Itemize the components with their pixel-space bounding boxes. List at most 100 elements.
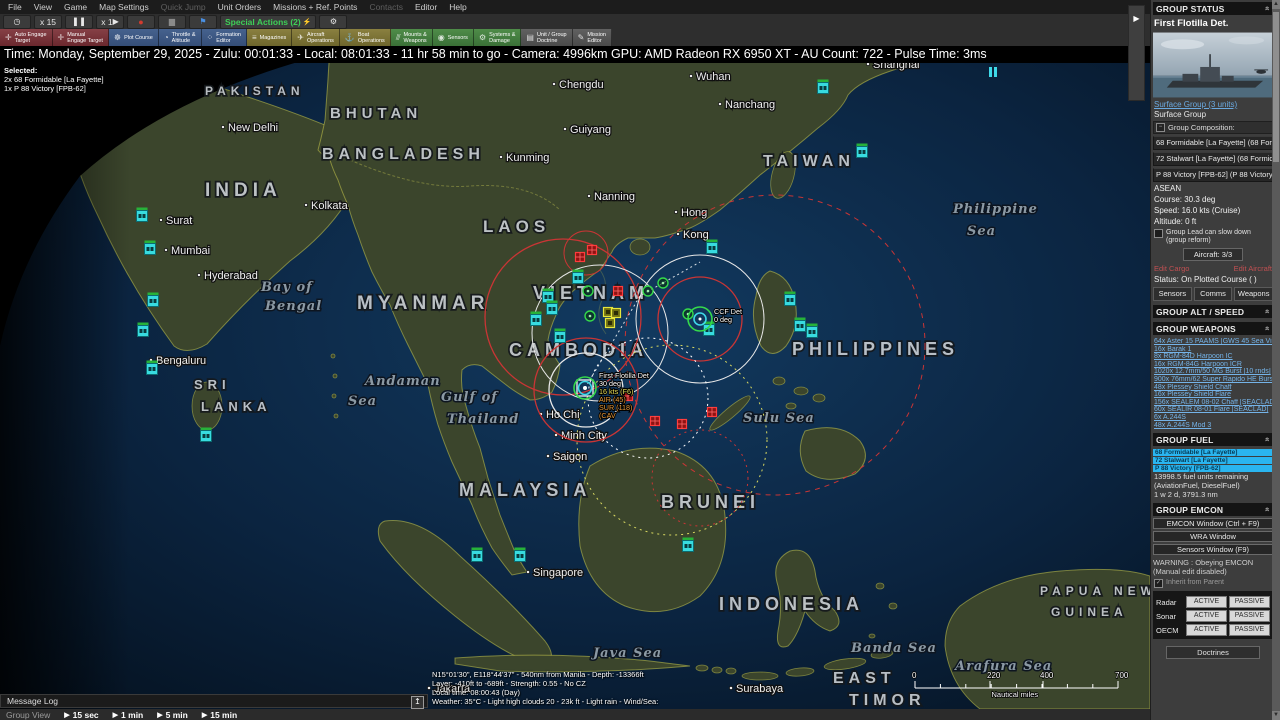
friendly-surface-unit-icon[interactable] [547,301,558,315]
sonar-active-button[interactable]: ACTIVE [1186,610,1227,622]
oecm-passive-button[interactable]: PASSIVE [1229,624,1270,636]
comms-tab[interactable]: Comms [1194,287,1233,301]
hostile-contact-icon[interactable] [708,408,717,417]
flag-button[interactable]: ⚑ [189,15,217,29]
timestep-15sec-button[interactable]: ▶15 sec [64,710,98,720]
oecm-active-button[interactable]: ACTIVE [1186,624,1227,636]
message-log-bar[interactable]: Message Log ↥ [0,694,428,708]
weapon-link[interactable]: 16x Barak 1 [1154,346,1272,354]
manual-engage-target-button[interactable]: ✛Manual Engage Target [53,29,109,46]
friendly-surface-unit-icon[interactable] [137,208,148,222]
mission-editor-button[interactable]: ✎Mission Editor [573,29,612,46]
pin-icon[interactable]: « [1263,326,1272,331]
friendly-surface-unit-icon[interactable] [543,289,554,303]
scrollbar-thumb[interactable] [1273,12,1279,162]
menu-file[interactable]: File [8,2,22,12]
collapse-toggle-icon[interactable]: − [1156,123,1165,132]
friendly-surface-unit-icon[interactable] [707,240,718,254]
settings-button[interactable]: ⚙ [319,15,347,29]
friendly-surface-unit-icon[interactable] [147,361,158,375]
friendly-surface-unit-icon[interactable] [145,241,156,255]
doctrines-button[interactable]: Doctrines [1166,646,1260,659]
edit-aircraft-link[interactable]: Edit Aircraft [1234,264,1272,273]
pin-icon[interactable]: « [1263,437,1272,442]
timestep-1min-button[interactable]: ▶1 min [113,710,144,720]
friendly-surface-unit-icon[interactable] [555,329,566,343]
timestep-5min-button[interactable]: ▶5 min [157,710,188,720]
group-status-header[interactable]: GROUP STATUS« [1153,2,1273,15]
hostile-contact-icon[interactable] [588,246,597,255]
pin-icon[interactable]: « [1263,507,1272,512]
aircraft-operations-button[interactable]: ✈Aircraft Operations [292,29,340,46]
record-button[interactable]: ● [127,15,155,29]
tactical-map[interactable]: Bay ofBengalAndamanSeaGulf ofThailandSul… [0,46,1150,709]
mounts-weapons-button[interactable]: ⫻Mounts & Weapons [391,29,433,46]
weapon-link[interactable]: 156x SEALEM 08-02 Chaff [SEACLAD] [1154,399,1272,407]
weapon-link[interactable]: 16x RGM-84G Harpoon ICR [1154,361,1272,369]
neutral-contact-icon[interactable] [583,286,593,296]
time-compression-label[interactable]: x 15 [34,15,62,29]
friendly-surface-unit-icon[interactable] [818,80,829,94]
radar-passive-button[interactable]: PASSIVE [1229,596,1270,608]
group-alt-speed-header[interactable]: GROUP ALT / SPEED« [1153,305,1273,318]
friendly-surface-unit-icon[interactable] [683,538,694,552]
hostile-contact-icon[interactable] [614,287,623,296]
pin-icon[interactable]: « [1263,6,1272,11]
neutral-contact-icon[interactable] [658,278,668,288]
friendly-surface-unit-icon[interactable] [573,270,584,284]
weapon-link[interactable]: 8x RGM-84D Harpoon IC [1154,353,1272,361]
wra-window-button[interactable]: WRA Window [1153,531,1273,542]
auto-engage-target-button[interactable]: ✛Auto Engage Target [0,29,53,46]
friendly-surface-unit-icon[interactable] [515,548,526,562]
sidebar-scrollbar[interactable]: ▲ ▼ [1272,0,1280,720]
surface-group-link[interactable]: Surface Group (3 units) [1154,100,1272,109]
hostile-contact-icon[interactable] [678,420,687,429]
weapon-link[interactable]: 60x SEALIR 08-01 Flare [SEACLAD] [1154,406,1272,414]
friendly-surface-unit-icon[interactable] [857,144,868,158]
group-emcon-header[interactable]: GROUP EMCON« [1153,503,1273,516]
sensors-button[interactable]: ◉Sensors [433,29,474,46]
composition-row[interactable]: 72 Stalwart [La Fayette] (68 Formidable … [1153,152,1273,166]
composition-row[interactable]: 68 Formidable [La Fayette] (68 Formidabl… [1153,136,1273,150]
fuel-bar[interactable]: 72 Stalwart [La Fayette] [1153,457,1273,464]
sensors-tab[interactable]: Sensors [1153,287,1192,301]
menu-game[interactable]: Game [64,2,87,12]
friendly-surface-unit-icon[interactable] [704,322,715,336]
compressed-time-button[interactable]: ◷ [3,15,31,29]
weapon-link[interactable]: 64x Aster 15 PAAMS [GWS 45 Sea Viper] [1154,338,1272,346]
unknown-contact-icon[interactable] [612,309,621,318]
radar-active-button[interactable]: ACTIVE [1186,596,1227,608]
emcon-window-button[interactable]: EMCON Window (Ctrl + F9) [1153,518,1273,529]
weapon-link[interactable]: 16x Plessey Shield Flare [1154,391,1272,399]
boat-operations-button[interactable]: ⚓Boat Operations [340,29,391,46]
weapon-link[interactable]: 900x 76mm/62 Super Rapido HE Burst [2 rn [1154,376,1272,384]
group-fuel-header[interactable]: GROUP FUEL« [1153,433,1273,446]
edit-cargo-link[interactable]: Edit Cargo [1154,264,1189,273]
scroll-down-icon[interactable]: ▼ [1272,711,1280,720]
weapons-tab[interactable]: Weapons [1234,287,1273,301]
group-lead-checkbox[interactable] [1154,229,1163,238]
friendly-surface-unit-icon[interactable] [531,312,542,326]
menu-editor[interactable]: Editor [415,2,437,12]
friendly-surface-unit-icon[interactable] [807,324,818,338]
neutral-contact-icon[interactable] [643,286,653,296]
special-actions-button[interactable]: Special Actions (2) ⚡ [220,15,316,29]
step-play-button[interactable]: x 1▶ [96,15,124,29]
menu-view[interactable]: View [34,2,52,12]
plot-course-button[interactable]: ☸Plot Course [109,29,159,46]
fuel-bar[interactable]: P 88 Victory [FPB-62] [1153,465,1273,472]
friendly-surface-unit-icon[interactable] [201,428,212,442]
sensors-window-button[interactable]: Sensors Window (F9) [1153,544,1273,555]
menu-map-settings[interactable]: Map Settings [99,2,149,12]
magazines-button[interactable]: ≡Magazines [247,29,292,46]
unit-group-doctrine-button[interactable]: ▤Unit / Group Doctrine [521,29,572,46]
hostile-contact-icon[interactable] [651,417,660,426]
inherit-from-parent-checkbox[interactable]: ✓ [1154,579,1163,588]
friendly-surface-unit-icon[interactable] [795,318,806,332]
weapon-link[interactable]: 6x A.244S [1154,414,1272,422]
weapon-link[interactable]: 48x Plessey Shield Chaff [1154,384,1272,392]
selected-group-icon[interactable] [574,377,596,399]
fuel-bar[interactable]: 68 Formidable [La Fayette] [1153,449,1273,456]
composition-row[interactable]: P 88 Victory [FPB-62] (P 88 Victory [FPB… [1153,168,1273,182]
formation-editor-button[interactable]: ⁘Formation Editor [202,29,247,46]
